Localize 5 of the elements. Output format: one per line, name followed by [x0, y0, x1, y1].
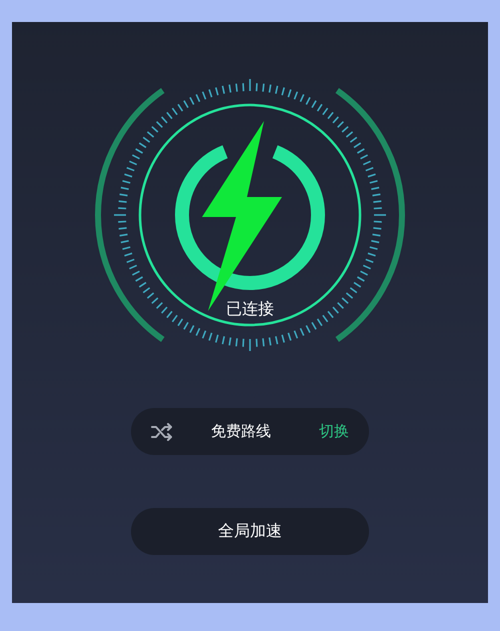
route-name: 免费路线: [210, 422, 272, 441]
connection-status: 已连接: [226, 299, 274, 320]
switch-link[interactable]: 切换: [319, 422, 349, 441]
global-boost-button[interactable]: 全局加速: [131, 508, 369, 555]
shuffle-icon[interactable]: [151, 422, 173, 440]
